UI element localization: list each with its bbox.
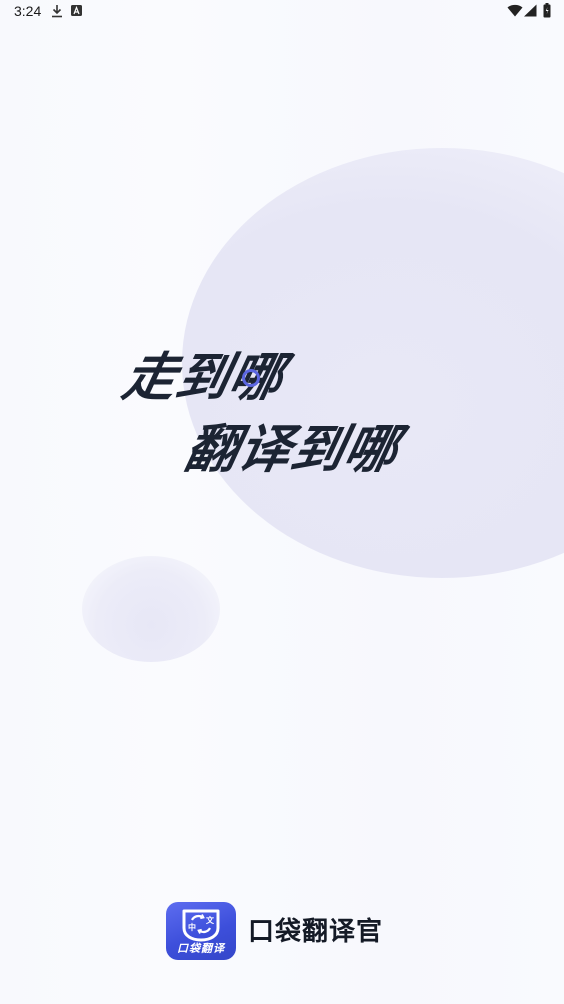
translate-shield-icon: 中 文 bbox=[182, 909, 220, 942]
a-notification-icon bbox=[71, 5, 82, 16]
battery-icon bbox=[543, 3, 551, 18]
status-bar: 3:24 bbox=[0, 0, 564, 24]
app-icon-label: 口袋翻译 bbox=[177, 942, 225, 955]
icon-glyph-wen: 文 bbox=[206, 915, 215, 925]
download-icon bbox=[52, 5, 62, 18]
splash-screen: 3:24 走到哪 翻译到哪 中 文 口袋翻译 口袋翻译官 bbox=[0, 0, 564, 1004]
signal-icon bbox=[524, 4, 537, 17]
accent-circle-icon bbox=[242, 369, 260, 387]
app-name: 口袋翻译官 bbox=[248, 917, 384, 947]
icon-glyph-zh: 中 bbox=[188, 922, 196, 932]
slogan-line-2: 翻译到哪 bbox=[179, 420, 405, 480]
app-icon: 中 文 口袋翻译 bbox=[166, 902, 236, 960]
status-time: 3:24 bbox=[14, 3, 42, 19]
brand-logo: 中 文 口袋翻译 口袋翻译官 bbox=[166, 902, 406, 960]
slogan-line-1: 走到哪 bbox=[117, 348, 290, 408]
wifi-icon bbox=[507, 4, 523, 17]
decorative-circle-small bbox=[82, 556, 220, 662]
